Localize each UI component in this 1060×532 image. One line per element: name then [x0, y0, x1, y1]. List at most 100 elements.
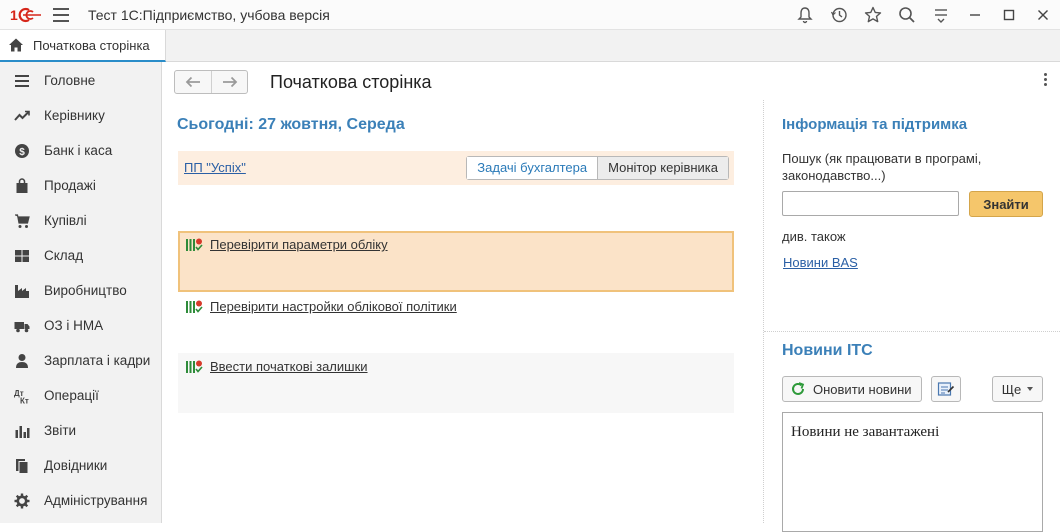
sidebar-item-label: Головне — [44, 73, 96, 88]
sidebar-item-administration[interactable]: Адміністрування — [0, 483, 161, 518]
tab-manager-monitor[interactable]: Монітор керівника — [597, 157, 728, 179]
back-button[interactable] — [175, 71, 211, 93]
forward-button[interactable] — [211, 71, 247, 93]
page-title: Початкова сторінка — [270, 72, 432, 92]
person-icon — [14, 353, 30, 369]
svg-text:1: 1 — [10, 7, 18, 23]
svg-text:Кт: Кт — [20, 396, 29, 404]
maximize-icon[interactable] — [992, 0, 1026, 30]
news-settings-button[interactable] — [931, 376, 961, 402]
task-flag-icon — [186, 300, 203, 313]
support-search-input[interactable] — [782, 191, 959, 216]
sidebar-item-reports[interactable]: Звіти — [0, 413, 161, 448]
see-also-label: див. також — [782, 229, 846, 244]
menu-list-icon — [14, 73, 30, 89]
tab-home-page[interactable]: Початкова сторінка — [0, 30, 166, 62]
svg-text:$: $ — [19, 147, 25, 158]
sidebar-item-production[interactable]: Виробництво — [0, 273, 161, 308]
close-icon[interactable] — [1026, 0, 1060, 30]
sidebar-item-main[interactable]: Головне — [0, 63, 161, 98]
sidebar-item-fixed-assets[interactable]: ОЗ і НМА — [0, 308, 161, 343]
task-view-switch: Задачі бухгалтера Монітор керівника — [466, 156, 729, 180]
sidebar-item-label: Операції — [44, 388, 99, 403]
sidebar-item-label: Продажі — [44, 178, 96, 193]
arrow-right-icon — [222, 76, 237, 88]
app-title: Тест 1С:Підприємство, учбова версія — [88, 7, 330, 23]
task-link[interactable]: Ввести початкові залишки — [210, 359, 368, 374]
more-actions-icon[interactable] — [1042, 73, 1048, 89]
organization-bar: ПП "Успіх" Задачі бухгалтера Монітор кер… — [178, 151, 734, 185]
factory-icon — [14, 283, 30, 299]
sidebar-item-label: Звіти — [44, 423, 77, 438]
sidebar-item-label: ОЗ і НМА — [44, 318, 104, 333]
1c-logo: 1 — [10, 7, 41, 23]
sidebar-item-purchases[interactable]: Купівлі — [0, 203, 161, 238]
books-icon — [14, 458, 30, 474]
itc-news-title: Новини ІТС — [782, 342, 873, 359]
grid-icon — [14, 248, 30, 264]
trend-icon — [14, 108, 30, 124]
refresh-news-label: Оновити новини — [813, 381, 912, 397]
sidebar-item-bank[interactable]: $ Банк і каса — [0, 133, 161, 168]
task-flag-icon — [186, 360, 203, 373]
bar-chart-icon — [14, 423, 30, 439]
main-menu-button[interactable] — [53, 8, 69, 22]
more-news-label: Ще — [1001, 381, 1022, 397]
search-icon[interactable] — [890, 0, 924, 30]
task-item[interactable]: Перевірити настройки облікової політики — [178, 293, 734, 323]
dt-kt-icon: Дт Кт — [14, 388, 30, 404]
sidebar-item-label: Довідники — [44, 458, 108, 473]
sidebar-item-label: Адміністрування — [44, 493, 148, 508]
refresh-icon — [792, 382, 805, 395]
minimize-icon[interactable] — [958, 0, 992, 30]
gear-icon — [14, 493, 30, 509]
news-content-box: Новини не завантажені — [782, 412, 1043, 532]
tab-accountant-tasks[interactable]: Задачі бухгалтера — [467, 157, 598, 179]
section-divider — [764, 331, 1060, 332]
info-support-title: Інформація та підтримка — [782, 116, 968, 133]
tab-bar: Початкова сторінка — [0, 30, 1060, 62]
sidebar-item-label: Керівнику — [44, 108, 105, 123]
sidebar-item-label: Банк і каса — [44, 143, 113, 158]
sidebar-item-label: Купівлі — [44, 213, 87, 228]
sidebar-item-sales[interactable]: Продажі — [0, 168, 161, 203]
column-divider — [763, 100, 764, 523]
bag-icon — [14, 177, 30, 194]
sidebar-item-operations[interactable]: Дт Кт Операції — [0, 378, 161, 413]
sidebar: Головне Керівнику $ Банк і каса Продажі … — [0, 62, 162, 523]
task-item[interactable]: Перевірити параметри обліку — [178, 231, 734, 292]
sidebar-item-warehouse[interactable]: Склад — [0, 238, 161, 273]
sidebar-item-manager[interactable]: Керівнику — [0, 98, 161, 133]
task-item[interactable]: Ввести початкові залишки — [178, 353, 734, 413]
bell-icon[interactable] — [788, 0, 822, 30]
news-empty-text: Новини не завантажені — [791, 424, 940, 440]
arrow-left-icon — [185, 76, 200, 88]
sidebar-item-label: Виробництво — [44, 283, 127, 298]
task-flag-icon — [186, 238, 203, 251]
nav-buttons — [174, 70, 248, 94]
title-bar: 1 Тест 1С:Підприємство, учбова версія — [0, 0, 1060, 30]
sidebar-item-label: Склад — [44, 248, 84, 263]
search-hint: Пошук (як працювати в програмі, законода… — [782, 151, 982, 183]
sidebar-item-salary[interactable]: Зарплата і кадри — [0, 343, 161, 378]
task-link[interactable]: Перевірити параметри обліку — [210, 237, 388, 252]
more-news-dropdown[interactable]: Ще — [992, 376, 1043, 402]
task-link[interactable]: Перевірити настройки облікової політики — [210, 299, 457, 314]
chevron-down-icon — [1027, 387, 1034, 391]
sidebar-item-label: Зарплата і кадри — [44, 353, 151, 368]
news-bas-link[interactable]: Новини BAS — [783, 255, 858, 270]
note-edit-icon — [937, 382, 955, 396]
settings-lines-icon[interactable] — [924, 0, 958, 30]
refresh-news-button[interactable]: Оновити новини — [782, 376, 922, 402]
today-heading: Сьогодні: 27 жовтня, Середа — [177, 116, 405, 133]
tab-home-label: Початкова сторінка — [33, 37, 150, 53]
history-icon[interactable] — [822, 0, 856, 30]
find-button[interactable]: Знайти — [969, 191, 1043, 217]
organization-link[interactable]: ПП "Успіх" — [184, 160, 246, 175]
main-content: Початкова сторінка Сьогодні: 27 жовтня, … — [163, 62, 1060, 532]
cart-icon — [14, 213, 30, 229]
sidebar-item-directories[interactable]: Довідники — [0, 448, 161, 483]
truck-icon — [14, 318, 30, 334]
home-icon — [9, 38, 23, 52]
star-icon[interactable] — [856, 0, 890, 30]
